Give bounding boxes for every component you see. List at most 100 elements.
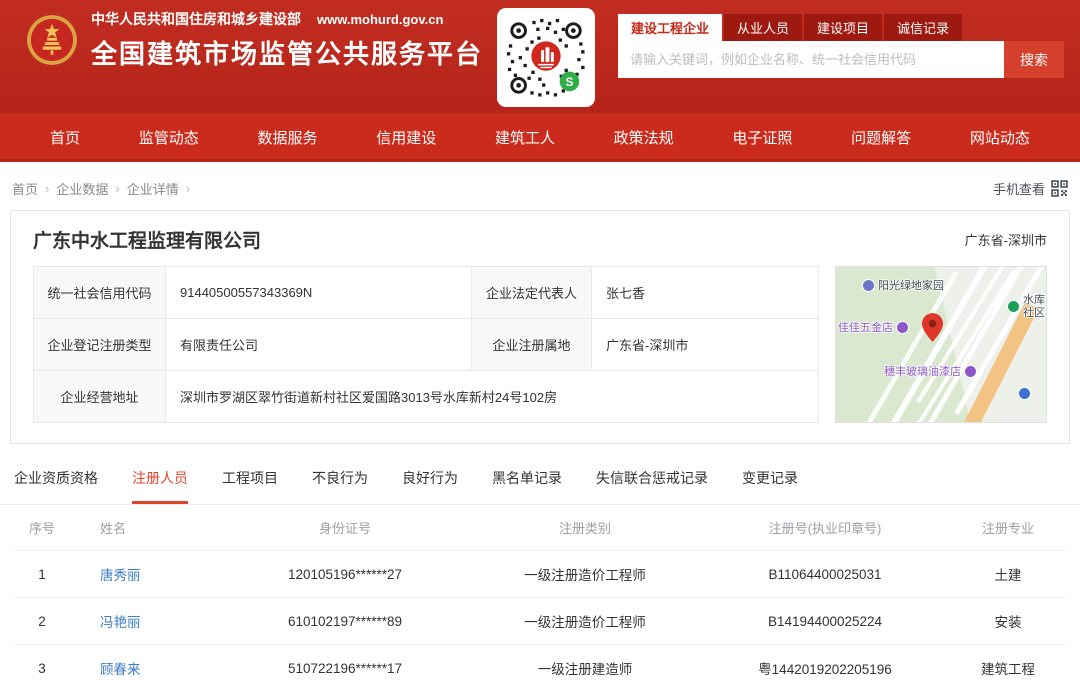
person-name-link[interactable]: 顾春来 [70,658,220,678]
company-location-map[interactable]: 阳光绿地家园 水库社区 佳佳五金店 穗丰玻璃油漆店 [835,266,1047,423]
nav-item-credit-building[interactable]: 信用建设 [376,127,436,148]
field-value-credit-code: 91440500557343369N [166,267,472,319]
company-detail-card: 广东中水工程监理有限公司 广东省-深圳市 统一社会信用代码 9144050055… [10,210,1070,444]
map-poi-hardware-store: 佳佳五金店 [838,319,909,335]
row-reg-number: B11064400025031 [700,567,950,582]
search-input[interactable] [618,41,1004,78]
search-bar: 搜索 [618,41,1064,78]
table-row: 2 冯艳丽 610102197******89 一级注册造价工程师 B14194… [14,597,1066,644]
search-tab-projects[interactable]: 建设项目 [804,14,882,41]
site-url: www.mohurd.gov.cn [317,12,443,27]
chevron-right-icon: › [45,181,49,196]
search-tab-credit-records[interactable]: 诚信记录 [884,14,962,41]
nav-item-home[interactable]: 首页 [50,127,80,148]
store-poi-icon [896,321,909,334]
breadcrumb-bar: 首页› 企业数据› 企业详情› 手机查看 [0,162,1080,208]
company-name: 广东中水工程监理有限公司 [33,226,261,253]
row-no: 2 [14,614,70,629]
search-scope-tabs: 建设工程企业 从业人员 建设项目 诚信记录 [618,14,1064,41]
map-poi-label: 阳光绿地家园 [878,277,944,293]
col-header-id: 身份证号 [220,518,470,537]
field-value-legal-rep: 张七香 [592,267,819,319]
tab-change-records[interactable]: 变更记录 [742,468,798,504]
nav-item-data-services[interactable]: 数据服务 [257,127,317,148]
nav-item-faq[interactable]: 问题解答 [851,127,911,148]
search-button[interactable]: 搜索 [1004,41,1064,78]
row-id-number: 610102197******89 [220,614,470,629]
search-tab-construction-enterprise[interactable]: 建设工程企业 [618,14,722,41]
field-label-registration-region: 企业注册属地 [472,319,592,371]
map-poi-label: 佳佳五金店 [838,319,893,335]
mobile-view-link[interactable]: 手机查看 [993,179,1068,198]
site-header: 中华人民共和国住房和城乡建设部 www.mohurd.gov.cn 全国建筑市场… [0,0,1080,113]
breadcrumb: 首页› 企业数据› 企业详情› [12,179,197,198]
map-poi-community: 水库社区 [1007,294,1047,319]
map-poi-residence: 阳光绿地家园 [862,277,944,293]
chevron-right-icon: › [115,181,119,196]
ministry-name: 中华人民共和国住房和城乡建设部 [91,9,301,29]
map-poi-label: 穗丰玻璃油漆店 [884,363,961,379]
company-region: 广东省-深圳市 [965,230,1047,249]
tab-bad-behavior[interactable]: 不良行为 [312,468,368,504]
nav-item-site-news[interactable]: 网站动态 [970,127,1030,148]
wechat-qr-code: S [497,8,595,107]
field-label-registration-type: 企业登记注册类型 [34,319,166,371]
row-no: 3 [14,661,70,676]
national-emblem-icon [26,14,78,66]
nav-item-e-certificates[interactable]: 电子证照 [732,127,792,148]
svg-text:S: S [566,75,574,88]
row-reg-number: B14194400025224 [700,614,950,629]
map-poi-paint-store: 穗丰玻璃油漆店 [884,363,977,379]
residence-poi-icon [862,279,875,292]
nav-item-supervision-news[interactable]: 监管动态 [139,127,199,148]
row-no: 1 [14,567,70,582]
col-header-reg-no: 注册号(执业印章号) [700,518,950,537]
registered-personnel-table: 序号 姓名 身份证号 注册类别 注册号(执业印章号) 注册专业 1 唐秀丽 12… [0,505,1080,691]
row-major: 建筑工程 [950,658,1066,678]
breadcrumb-enterprise-data[interactable]: 企业数据 [56,179,108,198]
nav-item-construction-workers[interactable]: 建筑工人 [495,127,555,148]
person-name-link[interactable]: 唐秀丽 [70,564,220,584]
tab-good-behavior[interactable]: 良好行为 [402,468,458,504]
tab-registered-personnel[interactable]: 注册人员 [132,468,188,504]
row-category: 一级注册造价工程师 [470,611,700,631]
row-category: 一级注册造价工程师 [470,564,700,584]
field-value-registration-type: 有限责任公司 [166,319,472,371]
poi-icon [1018,387,1031,400]
col-header-no: 序号 [14,518,70,537]
qr-pattern-icon: S [503,14,589,102]
company-info-table: 统一社会信用代码 91440500557343369N 企业法定代表人 张七香 … [33,266,819,423]
person-name-link[interactable]: 冯艳丽 [70,611,220,631]
search-tab-practitioners[interactable]: 从业人员 [724,14,802,41]
field-label-credit-code: 统一社会信用代码 [34,267,166,319]
row-id-number: 510722196******17 [220,661,470,676]
tab-blacklist[interactable]: 黑名单记录 [492,468,562,504]
col-header-major: 注册专业 [950,518,1066,537]
qr-code-icon [1051,180,1068,197]
field-value-registration-region: 广东省-深圳市 [592,319,819,371]
map-poi-label: 水库社区 [1023,294,1047,319]
tab-dishonesty-records[interactable]: 失信联合惩戒记录 [596,468,708,504]
nav-item-policies[interactable]: 政策法规 [614,127,674,148]
brand-text: 中华人民共和国住房和城乡建设部 www.mohurd.gov.cn 全国建筑市场… [91,9,483,71]
map-poi-unlabeled [1018,387,1031,400]
map-pin-icon [922,313,943,347]
field-value-business-address: 深圳市罗湖区翠竹街道新村社区爱国路3013号水库新村24号102房 [166,371,819,423]
header-search-block: 建设工程企业 从业人员 建设项目 诚信记录 搜索 [618,14,1064,78]
community-poi-icon [1007,300,1020,313]
store-poi-icon [964,365,977,378]
row-category: 一级注册建造师 [470,658,700,678]
table-header-row: 序号 姓名 身份证号 注册类别 注册号(执业印章号) 注册专业 [14,505,1066,550]
breadcrumb-enterprise-detail: 企业详情 [127,179,179,198]
breadcrumb-home[interactable]: 首页 [12,179,38,198]
tab-projects[interactable]: 工程项目 [222,468,278,504]
main-navigation: 首页 监管动态 数据服务 信用建设 建筑工人 政策法规 电子证照 问题解答 网站… [0,113,1080,162]
row-reg-number: 粤1442019202205196 [700,658,950,678]
site-logo-block[interactable]: 中华人民共和国住房和城乡建设部 www.mohurd.gov.cn 全国建筑市场… [26,9,483,71]
row-major: 安装 [950,611,1066,631]
tab-qualifications[interactable]: 企业资质资格 [14,468,98,504]
row-id-number: 120105196******27 [220,567,470,582]
detail-section-tabs: 企业资质资格 注册人员 工程项目 不良行为 良好行为 黑名单记录 失信联合惩戒记… [0,444,1080,505]
row-major: 土建 [950,564,1066,584]
col-header-name: 姓名 [70,518,220,537]
